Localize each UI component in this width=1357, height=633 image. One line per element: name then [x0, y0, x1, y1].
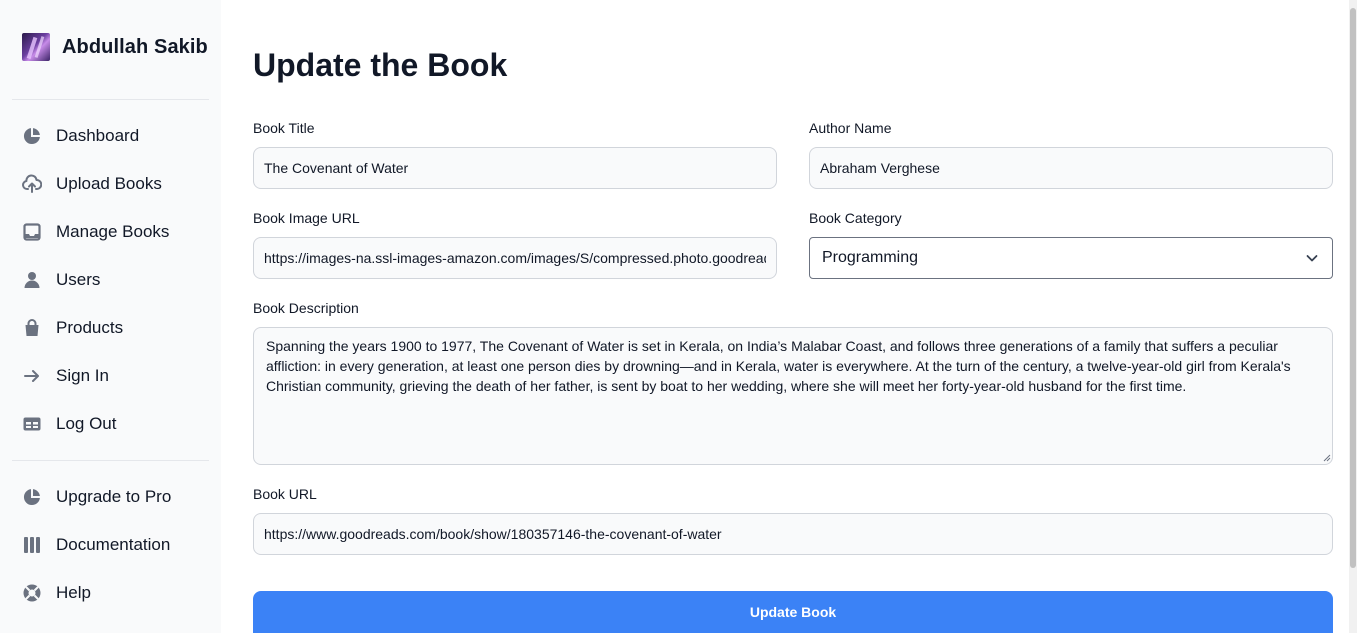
sidebar-item-label: Dashboard: [56, 126, 140, 145]
sidebar-item-label: Upgrade to Pro: [56, 487, 172, 506]
sidebar-item-label: Users: [56, 270, 101, 289]
cloud-upload-icon: [22, 174, 42, 194]
columns-icon: [22, 535, 42, 555]
sidebar-item-label: Products: [56, 318, 124, 337]
sidebar: Abdullah Sakib Dashboard Upload Books Ma…: [0, 0, 221, 633]
book-title-label: Book Title: [253, 120, 315, 136]
sidebar-item-help[interactable]: Help: [12, 569, 209, 617]
page-scrollbar[interactable]: [1349, 0, 1357, 633]
sidebar-item-sign-in[interactable]: Sign In: [12, 352, 209, 400]
book-image-url-input[interactable]: [253, 237, 777, 279]
sidebar-item-label: Documentation: [56, 535, 171, 554]
sidebar-item-dashboard[interactable]: Dashboard: [12, 112, 209, 160]
divider: [12, 99, 209, 100]
shopping-bag-icon: [22, 318, 42, 338]
book-image-url-label: Book Image URL: [253, 210, 360, 226]
sidebar-item-label: Manage Books: [56, 222, 170, 241]
book-url-label: Book URL: [253, 486, 317, 502]
table-icon: [22, 414, 42, 434]
user-icon: [22, 270, 42, 290]
pie-chart-icon: [22, 487, 42, 507]
sidebar-item-products[interactable]: Products: [12, 304, 209, 352]
book-description-textarea[interactable]: Spanning the years 1900 to 1977, The Cov…: [253, 327, 1333, 465]
pie-chart-icon: [22, 126, 42, 146]
life-buoy-icon: [22, 583, 42, 603]
book-description-label: Book Description: [253, 300, 359, 316]
sidebar-item-users[interactable]: Users: [12, 256, 209, 304]
sidebar-item-upload-books[interactable]: Upload Books: [12, 160, 209, 208]
divider: [12, 460, 209, 461]
sidebar-item-label: Help: [56, 583, 91, 602]
book-title-input[interactable]: [253, 147, 777, 189]
scrollbar-thumb[interactable]: [1350, 8, 1356, 568]
secondary-nav: Upgrade to Pro Documentation Help: [12, 473, 209, 617]
sidebar-item-manage-books[interactable]: Manage Books: [12, 208, 209, 256]
book-category-select[interactable]: Programming: [809, 237, 1333, 279]
brand[interactable]: Abdullah Sakib: [22, 33, 208, 61]
arrow-right-icon: [22, 366, 42, 386]
author-name-input[interactable]: [809, 147, 1333, 189]
sidebar-item-upgrade-to-pro[interactable]: Upgrade to Pro: [12, 473, 209, 521]
resize-handle-icon[interactable]: [1323, 454, 1331, 462]
sidebar-item-documentation[interactable]: Documentation: [12, 521, 209, 569]
book-category-value: Programming: [822, 249, 919, 266]
sidebar-item-label: Sign In: [56, 366, 109, 385]
update-book-button[interactable]: Update Book: [253, 591, 1333, 633]
author-name-label: Author Name: [809, 120, 892, 136]
avatar: [22, 33, 50, 61]
inbox-icon: [22, 222, 42, 242]
book-category-label: Book Category: [809, 210, 902, 226]
book-url-input[interactable]: [253, 513, 1333, 555]
page-title: Update the Book: [253, 47, 508, 83]
brand-name: Abdullah Sakib: [62, 35, 208, 58]
primary-nav: Dashboard Upload Books Manage Books User…: [12, 112, 209, 448]
sidebar-item-label: Upload Books: [56, 174, 162, 193]
sidebar-item-log-out[interactable]: Log Out: [12, 400, 209, 448]
sidebar-item-label: Log Out: [56, 414, 117, 433]
chevron-down-icon: [1306, 255, 1318, 262]
